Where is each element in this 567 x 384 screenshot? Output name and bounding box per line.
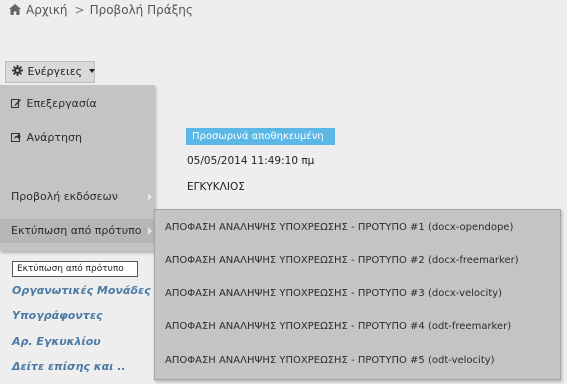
menu-item-label: Επεξεργασία — [26, 97, 97, 110]
gear-icon — [12, 65, 23, 76]
menu-item-publish[interactable]: Ανάρτηση — [0, 128, 155, 148]
submenu-item-template-5[interactable]: ΑΠΟΦΑΣΗ ΑΝΑΛΗΨΗΣ ΥΠΟΧΡΕΩΣΗΣ - ΠΡΟΤΥΠΟ #5… — [155, 348, 560, 374]
edit-icon — [11, 99, 21, 108]
submenu-arrow-icon — [148, 193, 152, 201]
print-template-submenu: ΑΠΟΦΑΣΗ ΑΝΑΛΗΨΗΣ ΥΠΟΧΡΕΩΣΗΣ - ΠΡΟΤΥΠΟ #1… — [154, 209, 561, 380]
home-icon — [9, 3, 21, 15]
share-icon — [11, 133, 21, 142]
breadcrumb-current: Προβολή Πράξης — [89, 3, 193, 17]
submenu-arrow-icon — [148, 227, 152, 235]
breadcrumb-home-link[interactable]: Αρχική — [26, 3, 68, 17]
actions-dropdown-button[interactable]: Ενέργειες — [5, 61, 95, 83]
section-link-signers[interactable]: Υπογράφοντες — [12, 309, 102, 322]
tooltip: Εκτύπωση από πρότυπο — [12, 261, 138, 277]
actions-button-label: Ενέργειες — [27, 65, 83, 78]
menu-item-label: Προβολή εκδόσεων — [11, 190, 118, 203]
breadcrumb: Αρχική > Προβολή Πράξης — [9, 2, 193, 18]
caret-down-icon — [88, 69, 95, 73]
submenu-item-template-3[interactable]: ΑΠΟΦΑΣΗ ΑΝΑΛΗΨΗΣ ΥΠΟΧΡΕΩΣΗΣ - ΠΡΟΤΥΠΟ #3… — [155, 281, 560, 307]
breadcrumb-separator: > — [74, 3, 85, 17]
section-link-circular-number[interactable]: Αρ. Εγκυκλίου — [12, 335, 101, 348]
actions-menu: Επεξεργασία Ανάρτηση Προβολή εκδόσεων Εκ… — [0, 85, 155, 251]
submenu-item-template-1[interactable]: ΑΠΟΦΑΣΗ ΑΝΑΛΗΨΗΣ ΥΠΟΧΡΕΩΣΗΣ - ΠΡΟΤΥΠΟ #1… — [155, 215, 560, 241]
menu-item-edit[interactable]: Επεξεργασία — [0, 94, 155, 114]
menu-item-label: Ανάρτηση — [26, 131, 82, 144]
status-badge: Προσωρινά αποθηκευμένη — [186, 128, 335, 145]
section-link-see-also[interactable]: Δείτε επίσης και .. — [12, 360, 126, 373]
document-date: 05/05/2014 11:49:10 πμ — [187, 155, 315, 167]
section-link-org-units[interactable]: Οργανωτικές Μονάδες — [12, 284, 151, 297]
menu-item-label: Εκτύπωση από πρότυπο — [11, 224, 142, 237]
menu-item-print-from-template[interactable]: Εκτύπωση από πρότυπο — [0, 219, 155, 243]
document-type: ΕΓΚΥΚΛΙΟΣ — [187, 181, 245, 193]
menu-item-view-versions[interactable]: Προβολή εκδόσεων — [0, 186, 155, 208]
submenu-item-template-2[interactable]: ΑΠΟΦΑΣΗ ΑΝΑΛΗΨΗΣ ΥΠΟΧΡΕΩΣΗΣ - ΠΡΟΤΥΠΟ #2… — [155, 248, 560, 274]
submenu-item-template-4[interactable]: ΑΠΟΦΑΣΗ ΑΝΑΛΗΨΗΣ ΥΠΟΧΡΕΩΣΗΣ - ΠΡΟΤΥΠΟ #4… — [155, 314, 560, 340]
